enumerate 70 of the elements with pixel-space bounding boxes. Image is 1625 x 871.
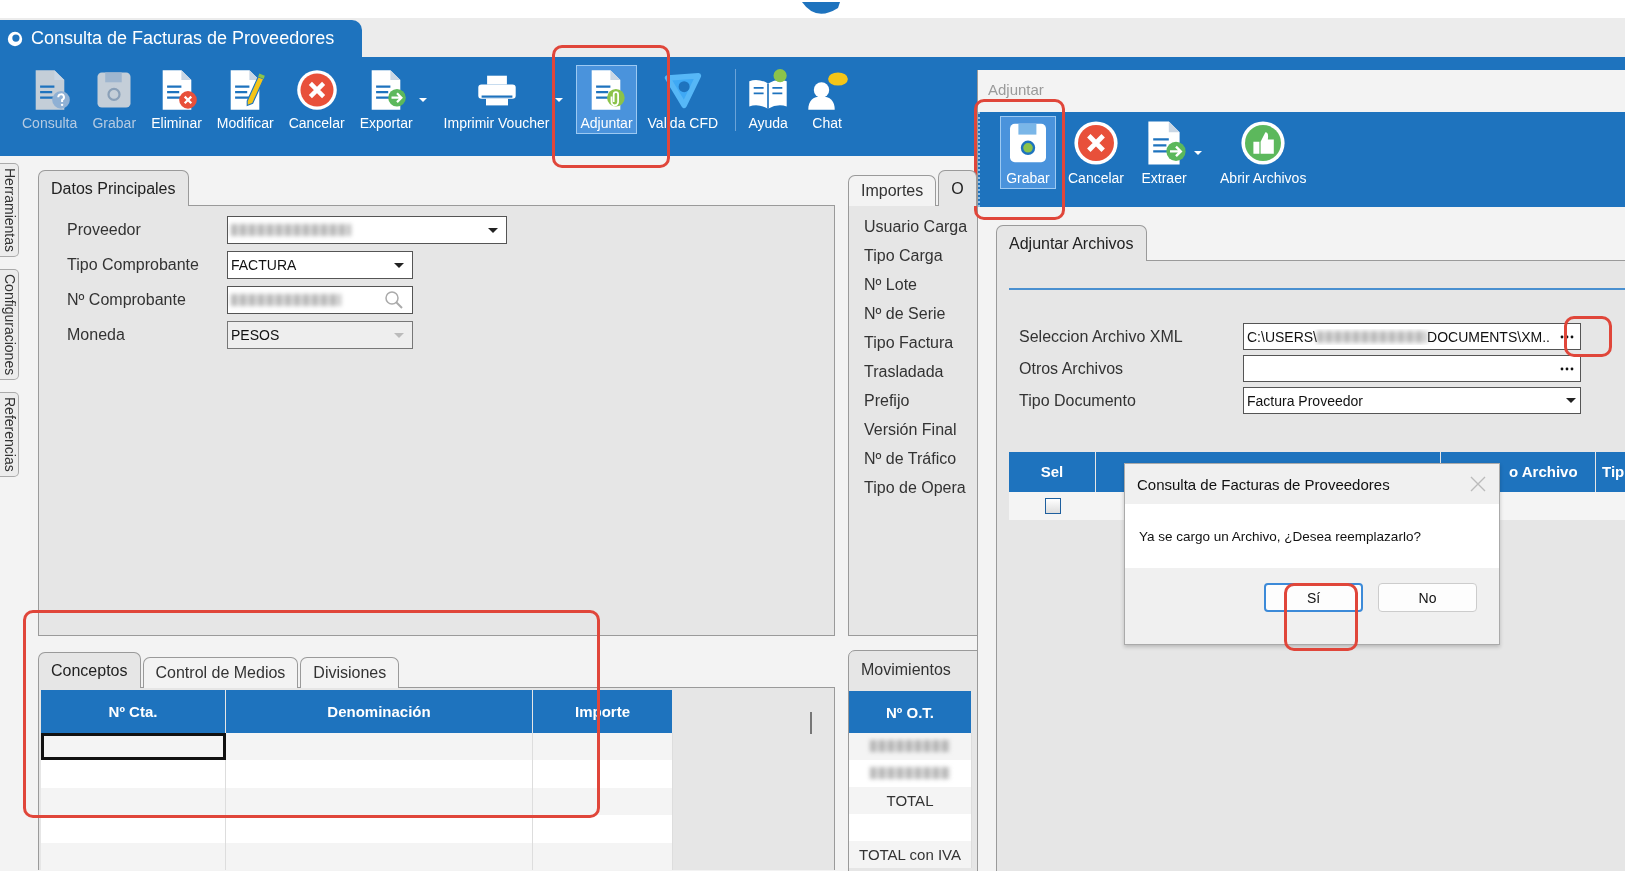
field-label: Moneda (67, 326, 126, 344)
toolbar-button[interactable]: Modificar (212, 65, 278, 134)
scrollbar-thumb[interactable] (810, 712, 812, 734)
dropdown-field[interactable] (227, 216, 507, 244)
field-label: Versión Final (864, 421, 958, 439)
panel-title: Movimientos (860, 661, 952, 680)
column-header: Denominación (225, 690, 533, 733)
tab[interactable]: Control de Medios (142, 657, 299, 688)
tab[interactable]: Conceptos (38, 652, 141, 688)
tab[interactable]: Divisiones (300, 657, 400, 688)
tab[interactable]: O (938, 170, 977, 206)
dropdown-arrow-icon[interactable] (394, 262, 404, 268)
dropdown-arrow-icon[interactable] (1566, 398, 1576, 403)
file-path-field[interactable] (1243, 355, 1581, 382)
side-tab[interactable]: Herramientas (0, 163, 19, 258)
field-label: Nº de Tráfico (864, 450, 958, 468)
ellipsis-button[interactable] (1560, 365, 1574, 372)
tab[interactable]: Importes (848, 175, 937, 206)
field-label: Seleccion Archivo XML (1019, 327, 1184, 346)
side-tab[interactable]: Configuraciones (0, 269, 19, 381)
cancel-icon (294, 68, 339, 112)
field-label: Usuario Carga (864, 218, 969, 236)
caret-icon[interactable] (555, 97, 564, 102)
logo-icon (800, 2, 840, 14)
field-label: Tipo Documento (1019, 391, 1137, 410)
field-label: Proveedor (67, 221, 142, 239)
toolbar-button[interactable]: Exportar (355, 65, 417, 134)
field-label: Tipo Comprobante (67, 256, 200, 274)
dialog-button[interactable]: No (1378, 583, 1477, 612)
dropdown-field[interactable]: Factura Proveedor (1243, 387, 1581, 414)
field-label: Otros Archivos (1019, 359, 1125, 378)
toolbar-button[interactable]: Extraer (1136, 116, 1193, 189)
side-tab[interactable]: Referencias (0, 392, 19, 477)
window-title: Adjuntar (987, 80, 1045, 100)
table-cell: TOTAL con IVA (849, 841, 972, 868)
field-label: Nº Lote (864, 276, 918, 294)
caret-icon[interactable] (418, 97, 427, 102)
toolbar-button[interactable]: Ayuda (742, 65, 795, 134)
toolbar-button[interactable]: Cancelar (284, 65, 349, 134)
toolbar-button[interactable]: Abrir Archivos (1216, 116, 1311, 189)
field-label: Tipo Factura (864, 334, 955, 352)
toolbar-button[interactable]: Chat (801, 65, 854, 134)
search-field[interactable] (227, 286, 413, 314)
window-title: Consulta de Facturas de Proveedores (31, 28, 335, 49)
field-label: Tipo de Opera (864, 479, 967, 497)
toolbar-button[interactable]: Cancelar (1064, 116, 1129, 189)
cancel-icon (1072, 119, 1120, 167)
dialog-title: Consulta de Facturas de Proveedores (1137, 475, 1390, 493)
tab[interactable]: Adjuntar Archivos (996, 225, 1147, 261)
field-label: Prefijo (864, 392, 911, 410)
toolbar-button[interactable]: Imprimir Voucher (439, 65, 554, 134)
tab[interactable]: Datos Principales (38, 170, 189, 206)
file-path-field[interactable]: C:\USERS\ DOCUMENTS\XM.. (1243, 323, 1581, 350)
field-label: Trasladada (864, 363, 945, 381)
column-header: Nº Cta. (41, 690, 226, 733)
table-cell: TOTAL (849, 787, 972, 814)
thumbs-up-icon (1239, 119, 1288, 167)
app-logo-icon (6, 29, 24, 48)
ellipsis-button[interactable] (1560, 333, 1574, 340)
dropdown-arrow-icon[interactable] (488, 227, 498, 233)
checkbox[interactable] (1044, 498, 1061, 514)
field-label: Tipo Carga (864, 247, 944, 265)
toolbar-button[interactable]: Eliminar (147, 65, 206, 134)
highlight-frame (1564, 316, 1612, 357)
field-label: Nº de Serie (864, 305, 947, 323)
column-header: Nº O.T. (849, 691, 972, 733)
caret-icon[interactable] (1194, 150, 1203, 155)
dropdown-field[interactable]: FACTURA (227, 251, 413, 279)
dialog-message: Ya se cargo un Archivo, ¿Desea reemplazarlo? (1125, 504, 1499, 568)
field-label: Nº Comprobante (67, 291, 187, 309)
